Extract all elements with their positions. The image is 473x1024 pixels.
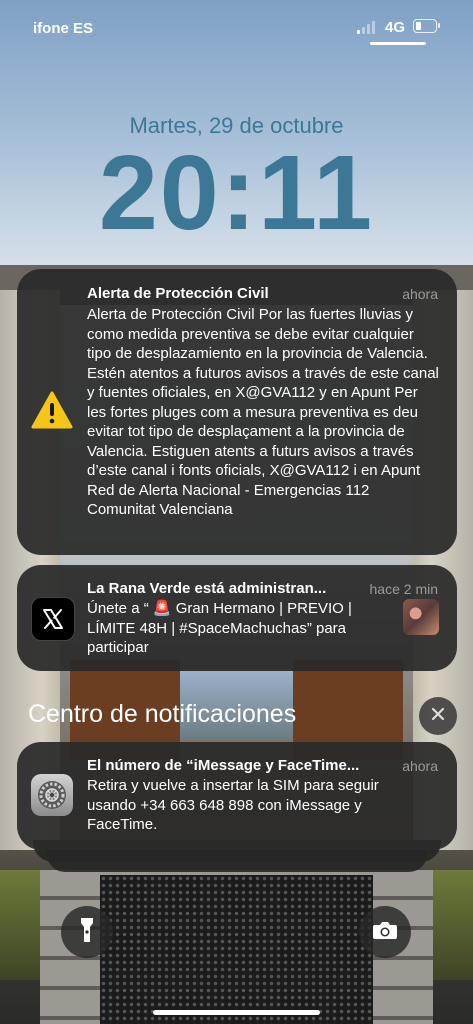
carrier-label: ifone ES: [33, 20, 94, 37]
battery-level: [416, 22, 421, 30]
settings-gear-icon: [31, 774, 73, 816]
notification-body: Únete a “ 🚨 Gran Hermano | PREVIO | LÍMI…: [87, 600, 352, 656]
notification-alert[interactable]: Alerta de Protección Civil ahora Alerta …: [17, 269, 457, 555]
flashlight-button[interactable]: [61, 906, 113, 958]
notification-thumbnail: [403, 599, 439, 635]
signal-strength-icon: [357, 20, 375, 34]
notification-title: Alerta de Protección Civil: [87, 285, 269, 302]
flashlight-icon: [80, 917, 94, 948]
notification-settings[interactable]: El número de “iMessage y FaceTime... aho…: [17, 742, 457, 850]
notification-time: hace 2 min: [369, 581, 438, 597]
notification-body: Retira y vuelve a insertar la SIM para s…: [87, 777, 379, 833]
notification-x[interactable]: La Rana Verde está administran... hace 2…: [17, 565, 457, 671]
status-bar: ifone ES 4G: [0, 0, 473, 54]
clear-notifications-button[interactable]: [419, 697, 457, 735]
control-center-indicator[interactable]: [370, 42, 426, 45]
notification-title: La Rana Verde está administran...: [87, 580, 327, 597]
battery-icon: [413, 19, 440, 33]
camera-icon: [372, 920, 398, 945]
notification-title: El número de “iMessage y FaceTime...: [87, 757, 360, 774]
warning-icon: [31, 389, 73, 431]
notification-body: Alerta de Protección Civil Por las fuert…: [87, 306, 439, 518]
close-icon: [431, 707, 445, 726]
camera-button[interactable]: [359, 906, 411, 958]
wallpaper-mat: [100, 875, 373, 1024]
notification-center-heading: Centro de notificaciones: [28, 700, 297, 728]
notification-time: ahora: [402, 286, 438, 302]
home-indicator[interactable]: [153, 1010, 320, 1015]
x-logo-icon: [31, 597, 75, 641]
notification-time: ahora: [402, 758, 438, 774]
lock-time: 20:11: [98, 134, 375, 252]
network-type-label: 4G: [385, 19, 406, 36]
